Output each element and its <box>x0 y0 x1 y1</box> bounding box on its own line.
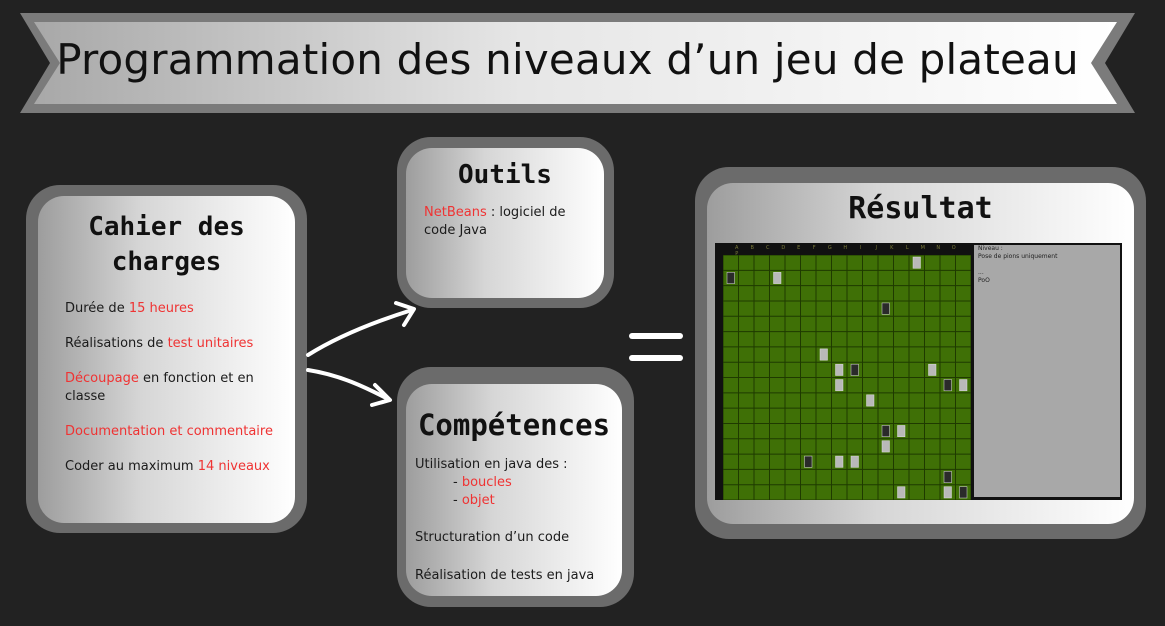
cahier-item-highlight: 15 heures <box>128 301 194 316</box>
game-piece <box>943 471 952 483</box>
cahier-item: Coder au maximum 14 niveaux <box>65 458 275 476</box>
game-piece <box>881 440 890 453</box>
board-letter: B <box>750 245 754 251</box>
cahier-item-text: Durée de <box>65 301 129 316</box>
board-letter: G <box>827 245 832 251</box>
cahier-item-highlight: Découpage <box>65 371 139 386</box>
bullet-dash: - <box>453 475 462 490</box>
board-letter: O <box>951 245 956 251</box>
game-piece <box>881 302 890 315</box>
competences-bullet-text: objet <box>461 493 495 508</box>
cahier-card: Cahier des charges Durée de 15 heures Ré… <box>38 196 295 523</box>
game-piece <box>959 486 968 499</box>
game-screenshot: A B C D E F G H I J K L M N OP Niveau : Pose de pions u… <box>715 243 1122 500</box>
competences-bullet: - boucles <box>415 474 620 492</box>
cahier-item: Durée de 15 heures <box>65 300 275 318</box>
panel-line: Pose de pions uniquement <box>978 253 1058 260</box>
cahier-list: Durée de 15 heures Réalisations de test … <box>65 300 275 493</box>
cahier-item-text: Coder au maximum <box>65 459 198 474</box>
game-piece <box>835 379 844 392</box>
competences-bullet-text: boucles <box>461 475 512 490</box>
competences-bullet: - objet <box>415 492 620 510</box>
game-piece <box>943 379 952 392</box>
panel-line: PoO <box>978 277 990 284</box>
cahier-item-highlight: 14 niveaux <box>197 459 270 474</box>
board-letter: H <box>843 245 848 251</box>
equals-icon <box>629 333 683 339</box>
game-piece <box>819 348 828 361</box>
outils-card: Outils NetBeans : logiciel de code Java <box>406 148 604 298</box>
panel-line: ... <box>978 269 984 276</box>
outils-title: Outils <box>458 160 552 190</box>
board-letter: K <box>890 245 894 251</box>
outils-text: NetBeans : logiciel de code Java <box>424 204 589 240</box>
resultat-title: Résultat <box>848 191 993 226</box>
competences-card: Compétences Utilisation en java des : - … <box>406 384 622 596</box>
outils-highlight: NetBeans <box>424 205 487 220</box>
cahier-item-highlight: Documentation et commentaire <box>65 424 273 439</box>
cahier-item-highlight: test unitaires <box>167 336 254 351</box>
panel-line <box>974 261 1120 269</box>
board-letter: C <box>766 245 770 251</box>
board-letter: J <box>875 245 877 251</box>
board-letter: I <box>860 245 862 251</box>
title-banner: Programmation des niveaux d’un jeu de pl… <box>20 13 1135 113</box>
competences-intro: Utilisation en java des : <box>415 457 568 472</box>
competences-title: Compétences <box>417 408 611 442</box>
competences-body: Utilisation en java des : - boucles - ob… <box>415 456 620 585</box>
game-piece <box>897 425 906 437</box>
cahier-title: Cahier des charges <box>88 212 245 278</box>
game-piece <box>850 363 859 376</box>
cahier-item: Documentation et commentaire <box>65 423 275 441</box>
game-piece <box>804 455 813 468</box>
arrow-up-icon <box>306 308 414 357</box>
board-grid <box>722 254 972 500</box>
board-letter: L <box>905 245 909 251</box>
game-piece <box>866 394 875 407</box>
cahier-item: Réalisations de test unitaires <box>65 335 275 353</box>
board-letter: F <box>812 245 816 251</box>
game-piece <box>773 272 782 284</box>
game-piece <box>726 272 735 284</box>
board-column-letters: A B C D E F G H I J K L M N OP <box>729 245 969 257</box>
game-piece <box>835 455 844 468</box>
game-piece <box>959 379 968 392</box>
game-piece <box>928 363 937 376</box>
page-title: Programmation des niveaux d’un jeu de pl… <box>56 35 1079 84</box>
competences-line: Réalisation de tests en java <box>415 568 595 583</box>
game-board <box>722 254 972 500</box>
cahier-item: Découpage en fonction et en classe <box>65 370 275 406</box>
bullet-dash: - <box>453 493 462 508</box>
game-piece <box>912 256 921 269</box>
board-letter: N <box>936 245 941 251</box>
cahier-item-text: Réalisations de <box>65 336 168 351</box>
board-letter: E <box>797 245 801 251</box>
game-piece <box>897 486 906 499</box>
game-piece <box>835 363 844 376</box>
game-piece <box>881 425 890 437</box>
board-letter: D <box>781 245 786 251</box>
board-letter: M <box>920 245 925 251</box>
game-piece <box>850 455 859 468</box>
level-info-panel: Niveau : Pose de pions uniquement ... PoO <box>974 245 1120 497</box>
game-piece <box>943 486 952 499</box>
competences-line: Structuration d’un code <box>415 530 570 545</box>
equals-icon <box>629 355 683 361</box>
panel-line: Niveau : <box>978 245 1003 252</box>
